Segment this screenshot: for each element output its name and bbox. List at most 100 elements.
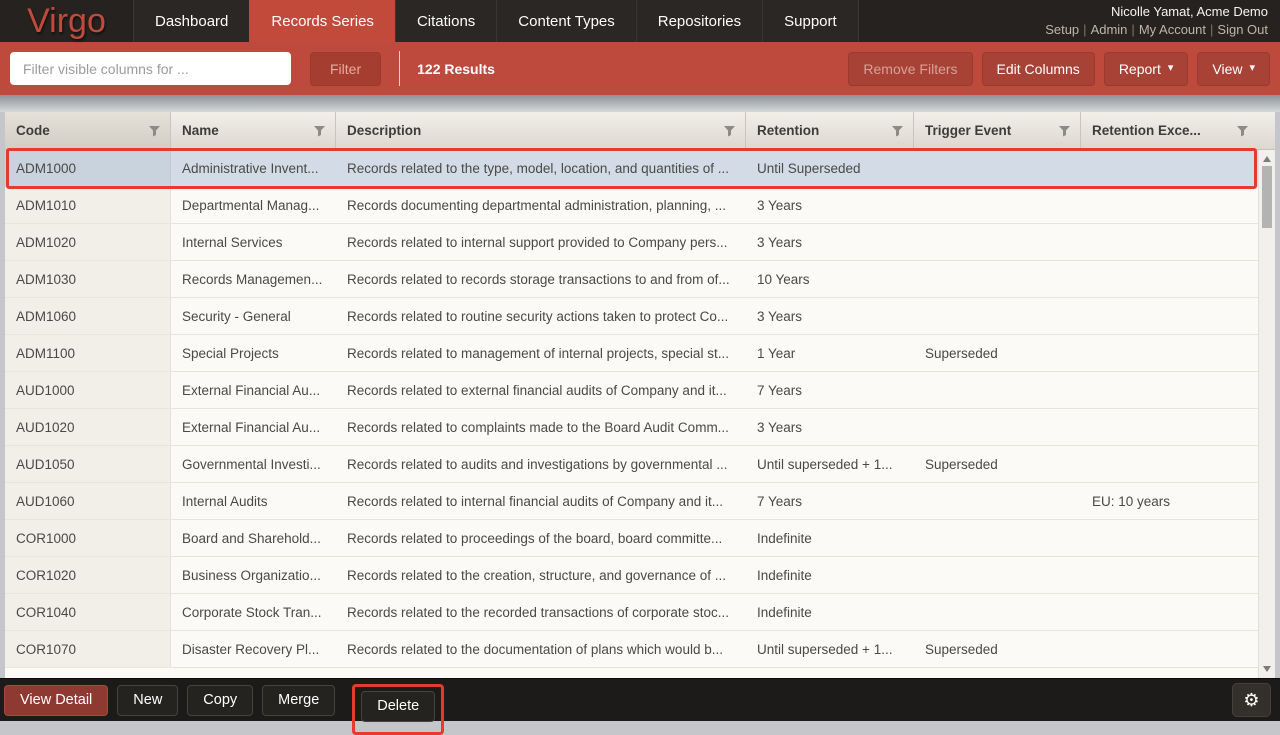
cell-name: Internal Services	[171, 224, 336, 260]
cell-desc: Records related to the recorded transact…	[336, 594, 746, 630]
scroll-up-icon[interactable]	[1259, 152, 1275, 166]
column-header-trig[interactable]: Trigger Event	[914, 112, 1081, 149]
view-detail-button[interactable]: View Detail	[4, 685, 108, 716]
tab-content-types[interactable]: Content Types	[496, 0, 635, 42]
cell-name: External Financial Au...	[171, 409, 336, 445]
table-row-COR1020[interactable]: COR1020Business Organizatio...Records re…	[5, 557, 1258, 594]
action-bar: View Detail New Copy Merge Delete ⚙	[0, 678, 1280, 721]
caret-down-icon: ▾	[1249, 63, 1255, 74]
table-row-ADM1020[interactable]: ADM1020Internal ServicesRecords related …	[5, 224, 1258, 261]
cell-desc: Records related to audits and investigat…	[336, 446, 746, 482]
copy-button[interactable]: Copy	[187, 685, 253, 716]
cell-exc	[1081, 631, 1258, 667]
view-label: View	[1212, 61, 1242, 77]
column-label: Name	[182, 123, 219, 138]
column-header-code[interactable]: Code	[5, 112, 171, 149]
user-links: Setup|Admin|My Account|Sign Out	[1045, 21, 1268, 39]
results-count: 122 Results	[417, 61, 495, 77]
cell-ret: 3 Years	[746, 187, 914, 223]
cell-name: Records Managemen...	[171, 261, 336, 297]
cell-code: ADM1100	[5, 335, 171, 371]
cell-desc: Records related to the type, model, loca…	[336, 150, 746, 186]
cell-exc	[1081, 594, 1258, 630]
filter-button[interactable]: Filter	[310, 52, 381, 86]
table-row-AUD1000[interactable]: AUD1000External Financial Au...Records r…	[5, 372, 1258, 409]
column-header-ret[interactable]: Retention	[746, 112, 914, 149]
filter-funnel-icon[interactable]	[313, 125, 326, 137]
cell-trig	[914, 520, 1081, 556]
cell-trig: Superseded	[914, 446, 1081, 482]
settings-gear-button[interactable]: ⚙	[1232, 683, 1271, 717]
cell-ret: 3 Years	[746, 409, 914, 445]
user-link-my-account[interactable]: My Account	[1139, 22, 1206, 37]
cell-name: Administrative Invent...	[171, 150, 336, 186]
table-row-ADM1000[interactable]: ADM1000Administrative Invent...Records r…	[5, 150, 1258, 187]
tab-repositories[interactable]: Repositories	[636, 0, 762, 42]
user-link-admin[interactable]: Admin	[1091, 22, 1128, 37]
remove-filters-button[interactable]: Remove Filters	[848, 52, 972, 86]
cell-trig	[914, 594, 1081, 630]
vertical-scrollbar[interactable]	[1258, 150, 1275, 678]
edit-columns-button[interactable]: Edit Columns	[982, 52, 1095, 86]
table-row-ADM1060[interactable]: ADM1060Security - GeneralRecords related…	[5, 298, 1258, 335]
filter-input[interactable]	[10, 52, 291, 85]
logo-container: Virgo	[0, 0, 133, 42]
cell-name: Governmental Investi...	[171, 446, 336, 482]
link-separator: |	[1206, 22, 1217, 37]
tab-dashboard[interactable]: Dashboard	[133, 0, 249, 42]
cell-ret: 3 Years	[746, 298, 914, 334]
tab-records-series[interactable]: Records Series	[249, 0, 395, 42]
new-button[interactable]: New	[117, 685, 178, 716]
filter-funnel-icon[interactable]	[1236, 125, 1249, 137]
column-header-desc[interactable]: Description	[336, 112, 746, 149]
records-series-grid: Code Name DescriptionRetentionTrigger Even…	[5, 112, 1275, 678]
scroll-down-icon[interactable]	[1259, 662, 1275, 676]
table-row-AUD1020[interactable]: AUD1020External Financial Au...Records r…	[5, 409, 1258, 446]
cell-trig	[914, 150, 1081, 186]
cell-desc: Records related to internal financial au…	[336, 483, 746, 519]
user-link-setup[interactable]: Setup	[1045, 22, 1079, 37]
report-dropdown-button[interactable]: Report ▾	[1104, 52, 1189, 86]
table-row-COR1000[interactable]: COR1000Board and Sharehold...Records rel…	[5, 520, 1258, 557]
cell-exc	[1081, 335, 1258, 371]
column-header-exc[interactable]: Retention Exce...	[1081, 112, 1275, 149]
merge-button[interactable]: Merge	[262, 685, 335, 716]
cell-trig	[914, 557, 1081, 593]
filter-toolbar: Filter 122 Results Remove Filters Edit C…	[0, 42, 1280, 95]
cell-trig	[914, 483, 1081, 519]
table-row-ADM1100[interactable]: ADM1100Special ProjectsRecords related t…	[5, 335, 1258, 372]
table-row-COR1040[interactable]: COR1040Corporate Stock Tran...Records re…	[5, 594, 1258, 631]
cell-name: Internal Audits	[171, 483, 336, 519]
link-separator: |	[1127, 22, 1138, 37]
cell-trig: Superseded	[914, 335, 1081, 371]
table-row-AUD1050[interactable]: AUD1050Governmental Investi...Records re…	[5, 446, 1258, 483]
filter-funnel-icon[interactable]	[891, 125, 904, 137]
filter-funnel-icon[interactable]	[1058, 125, 1071, 137]
view-dropdown-button[interactable]: View ▾	[1197, 52, 1270, 86]
table-row-AUD1060[interactable]: AUD1060Internal AuditsRecords related to…	[5, 483, 1258, 520]
cell-exc	[1081, 446, 1258, 482]
tab-citations[interactable]: Citations	[395, 0, 496, 42]
cell-exc	[1081, 520, 1258, 556]
table-row-COR1070[interactable]: COR1070Disaster Recovery Pl...Records re…	[5, 631, 1258, 668]
tab-support[interactable]: Support	[762, 0, 859, 42]
delete-button[interactable]: Delete	[361, 691, 435, 722]
scrollbar-thumb[interactable]	[1262, 166, 1272, 228]
filter-funnel-icon[interactable]	[148, 125, 161, 137]
cell-ret: 3 Years	[746, 224, 914, 260]
user-area: Nicolle Yamat, Acme Demo Setup|Admin|My …	[1045, 0, 1280, 42]
cell-desc: Records related to management of interna…	[336, 335, 746, 371]
caret-down-icon: ▾	[1168, 63, 1174, 74]
cell-trig	[914, 372, 1081, 408]
table-row-ADM1010[interactable]: ADM1010Departmental Manag...Records docu…	[5, 187, 1258, 224]
cell-trig	[914, 224, 1081, 260]
cell-exc	[1081, 261, 1258, 297]
table-row-ADM1030[interactable]: ADM1030Records Managemen...Records relat…	[5, 261, 1258, 298]
delete-button-highlight-annotation: Delete	[352, 684, 444, 735]
cell-ret: 7 Years	[746, 483, 914, 519]
cell-name: Disaster Recovery Pl...	[171, 631, 336, 667]
filter-funnel-icon[interactable]	[723, 125, 736, 137]
column-header-name[interactable]: Name	[171, 112, 336, 149]
grid-header-row: Code Name DescriptionRetentionTrigger Even…	[5, 112, 1275, 150]
user-link-sign-out[interactable]: Sign Out	[1217, 22, 1268, 37]
